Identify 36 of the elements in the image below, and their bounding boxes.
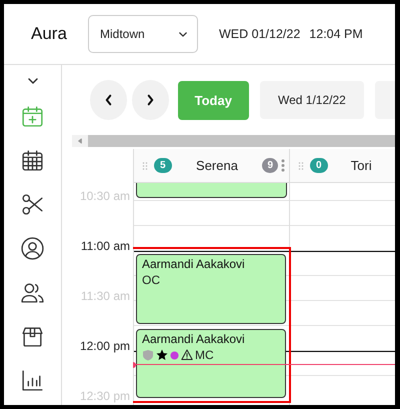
shield-icon — [142, 349, 154, 361]
scrollbar-thumb[interactable] — [88, 135, 395, 147]
calendar-add-icon[interactable] — [20, 104, 45, 129]
appointment-code: MC — [195, 348, 214, 362]
appointment-code: OC — [142, 273, 160, 287]
client-name: Aarmandi Aakakovi — [142, 332, 246, 346]
location-dropdown[interactable]: Midtown — [88, 15, 198, 53]
chevron-down-icon — [179, 32, 187, 36]
warning-icon — [181, 349, 193, 361]
appointment-card[interactable]: Aarmandi Aakakovi OC — [136, 254, 286, 324]
user-icon[interactable] — [20, 236, 45, 261]
next-button[interactable] — [132, 80, 169, 120]
client-name: Aarmandi Aakakovi — [142, 257, 246, 271]
date-button[interactable]: Wed 1/12/22 — [260, 81, 364, 119]
bar-chart-icon[interactable] — [20, 368, 45, 393]
count-badge: 5 — [154, 158, 172, 173]
time-label: 12:00 pm — [80, 339, 130, 353]
count-badge: 0 — [310, 158, 328, 173]
chevron-left-icon — [104, 94, 113, 106]
time-text: 12:04 PM — [309, 27, 363, 41]
triangle-left-icon — [78, 138, 82, 144]
more-icon[interactable] — [281, 159, 285, 172]
staff-name: Tori — [350, 158, 373, 173]
app-name: Aura — [31, 24, 68, 44]
staff-name: Serena — [195, 158, 239, 173]
star-icon — [156, 349, 168, 361]
time-label: 11:00 am — [80, 239, 130, 253]
chevron-right-icon — [146, 94, 155, 106]
drag-handle-icon[interactable] — [298, 160, 304, 170]
count-badge: 9 — [262, 158, 278, 173]
calendar-icon[interactable] — [20, 148, 45, 173]
date-text: WED 01/12/22 — [219, 27, 300, 41]
drag-handle-icon[interactable] — [142, 160, 148, 170]
scissors-icon[interactable] — [20, 192, 45, 217]
previous-button[interactable] — [90, 80, 127, 120]
appointment-card[interactable]: Aarmandi Aakakovi MC — [136, 329, 286, 398]
